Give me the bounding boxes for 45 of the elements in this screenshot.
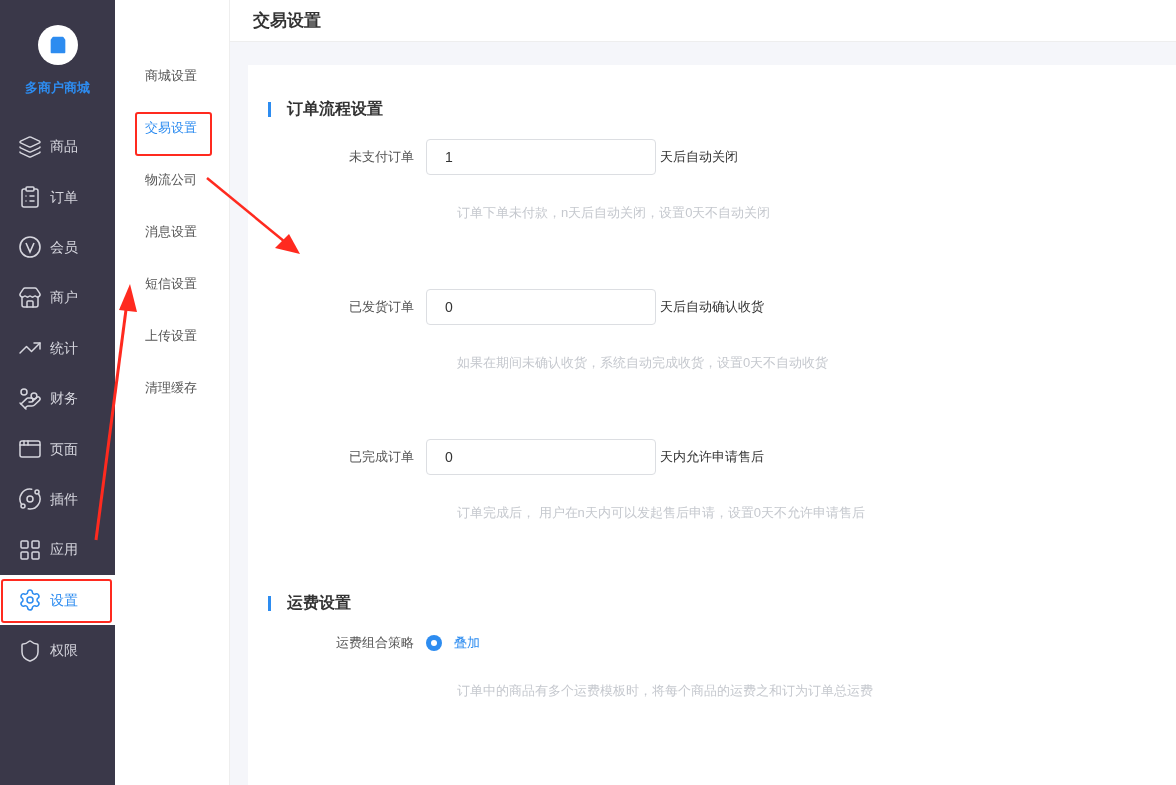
- field-label: 未支付订单: [348, 148, 415, 167]
- sidebar-item[interactable]: 统计: [0, 323, 115, 374]
- grid-icon: [18, 537, 42, 562]
- page-title: 交易设置: [253, 9, 321, 32]
- layers-icon: [18, 134, 42, 159]
- shield-icon: [18, 638, 42, 663]
- section-marker: [268, 101, 271, 117]
- field-label: 运费组合策略: [335, 634, 415, 652]
- input-field[interactable]: 1: [426, 139, 656, 175]
- store-icon: [18, 285, 42, 310]
- clipboard-icon: [18, 185, 42, 210]
- sidebar-item[interactable]: 插件: [0, 474, 115, 525]
- field-label: 已发货订单: [348, 298, 415, 317]
- input-field[interactable]: 0: [426, 289, 656, 325]
- submenu-item[interactable]: 物流公司: [115, 170, 229, 222]
- submenu-item[interactable]: 交易设置: [115, 118, 229, 170]
- section-title: 运费设置: [287, 593, 351, 613]
- v-circle-icon: [18, 235, 42, 260]
- submenu-item[interactable]: 消息设置: [115, 222, 229, 274]
- field-suffix: 天后自动确认收货: [660, 298, 764, 317]
- sidebar-item[interactable]: 会员: [0, 222, 115, 273]
- field-suffix: 天内允许申请售后: [660, 448, 764, 467]
- sidebar-item[interactable]: 权限: [0, 625, 115, 676]
- sidebar-item[interactable]: 应用: [0, 524, 115, 575]
- sidebar-item[interactable]: 商品: [0, 121, 115, 172]
- brand-name: 多商户商城: [25, 79, 90, 97]
- field-label: 已完成订单: [348, 448, 415, 467]
- field-suffix: 天后自动关闭: [660, 148, 738, 167]
- radio-label[interactable]: 叠加: [454, 633, 480, 653]
- sidebar-item[interactable]: 财务: [0, 373, 115, 424]
- orbit-icon: [18, 487, 42, 512]
- coins-icon: [18, 386, 42, 411]
- sidebar-item[interactable]: 页面: [0, 423, 115, 475]
- submenu-item[interactable]: 上传设置: [115, 326, 229, 378]
- submenu-item[interactable]: 商城设置: [115, 66, 229, 118]
- input-field[interactable]: 0: [426, 439, 656, 475]
- submenu-item[interactable]: 清理缓存: [115, 378, 229, 430]
- submenu-item[interactable]: 短信设置: [115, 274, 229, 326]
- sidebar-item[interactable]: 设置: [0, 575, 115, 626]
- sidebar-item[interactable]: 订单: [0, 171, 115, 223]
- settings-icon: [18, 588, 42, 613]
- section-title: 订单流程设置: [287, 99, 383, 119]
- sidebar-item[interactable]: 商户: [0, 272, 115, 324]
- section-marker: [268, 595, 271, 611]
- radio-button[interactable]: [426, 634, 442, 651]
